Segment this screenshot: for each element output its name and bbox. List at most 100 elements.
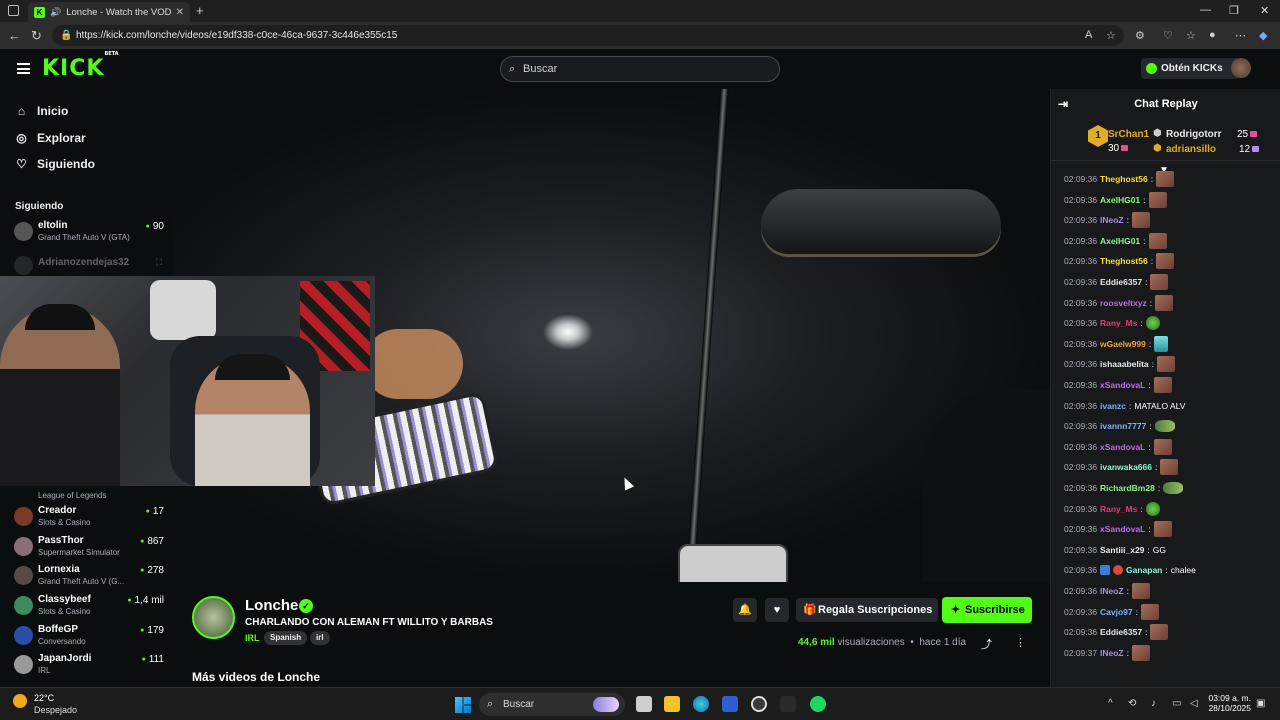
system-clock[interactable]: 03:09 a. m. 28/10/2025 [1207, 693, 1251, 713]
nav-home[interactable]: ⌂ Inicio [15, 104, 68, 118]
tag-spanish[interactable]: Spanish [264, 631, 308, 645]
message-username[interactable]: Santiii_x29 [1100, 540, 1144, 560]
channel-name: BoffeGP [38, 624, 78, 635]
message-username[interactable]: wGaelw999 [1100, 334, 1146, 354]
user-avatar[interactable] [1231, 58, 1251, 78]
following-item[interactable]: PassThor Supermarket Simulator 867 [14, 535, 164, 563]
message-username[interactable]: Rany_Ms [1100, 313, 1137, 333]
message-username[interactable]: ishaaabelita [1100, 354, 1149, 374]
notification-bell-button[interactable]: 🔔 [733, 598, 757, 622]
collections-icon[interactable]: ☆ [1186, 29, 1196, 42]
video-stats: 44,6 mil visualizaciones • hace 1 día [798, 637, 967, 648]
share-icon[interactable]: ⤴ [981, 636, 992, 652]
windows-start-icon[interactable] [455, 697, 471, 713]
app-icon[interactable] [751, 696, 767, 712]
volume-icon[interactable]: ◁ [1190, 698, 1198, 709]
url-field[interactable]: 🔒 https://kick.com/lonche/videos/e19df33… [52, 25, 1124, 46]
task-view-icon[interactable] [636, 696, 652, 712]
message-username[interactable]: ivannn7777 [1100, 416, 1146, 436]
channel-category: Grand Theft Auto V (G... [38, 577, 125, 586]
edge-browser-icon[interactable] [693, 696, 709, 712]
refresh-button[interactable]: ↻ [31, 28, 42, 44]
message-username[interactable]: lNeoZ [1100, 643, 1124, 663]
spotify-icon[interactable] [810, 696, 826, 712]
leaderboard-name[interactable]: Rodrigotorr [1166, 129, 1222, 140]
nav-following[interactable]: ♡ Siguiendo [15, 157, 95, 171]
extensions-icon[interactable]: ⚙ [1135, 29, 1145, 42]
new-tab-button[interactable]: + [196, 3, 204, 18]
browser-essentials-icon[interactable]: ♡ [1163, 29, 1173, 42]
tray-app-icon[interactable]: ⟲ [1128, 698, 1136, 709]
read-aloud-icon[interactable]: A [1085, 29, 1092, 41]
favorite-star-icon[interactable]: ☆ [1106, 29, 1116, 42]
windows-taskbar: 22°C Despejado ⌕ Buscar ^ ⟲ ♪ ▭ ◁ 03:09 … [0, 687, 1280, 720]
network-icon[interactable]: ▭ [1172, 698, 1181, 709]
following-item[interactable]: JapanJordi IRL 111 [14, 653, 164, 681]
following-item[interactable]: BoffeGP Conversando 179 [14, 624, 164, 652]
app-icon[interactable] [722, 696, 738, 712]
gift-leaderboard: 1 SrChan1 30 ⬢ Rodrigotorr 25 ⬢ adriansi… [1051, 119, 1280, 161]
message-username[interactable]: Cavjo97 [1100, 602, 1133, 622]
message-username[interactable]: RichardBm28 [1100, 478, 1155, 498]
message-username[interactable]: xSandovaL [1100, 437, 1145, 457]
speaker-icon[interactable]: 🔊 [50, 7, 61, 18]
message-username[interactable]: AxelHG01 [1100, 190, 1140, 210]
message-username[interactable]: lNeoZ [1100, 581, 1124, 601]
file-explorer-icon[interactable] [664, 696, 680, 712]
stream-category[interactable]: IRL [245, 633, 260, 643]
message-username[interactable]: roosveltxyz [1100, 293, 1147, 313]
get-kicks-button[interactable]: Obtén KICKs [1141, 58, 1240, 79]
message-username[interactable]: xSandovaL [1100, 375, 1145, 395]
following-item[interactable]: Lornexia Grand Theft Auto V (G... 278 [14, 564, 164, 592]
message-username[interactable]: Eddie6357 [1100, 272, 1142, 292]
follow-heart-button[interactable]: ♥ [765, 598, 789, 622]
menu-icon[interactable] [17, 63, 30, 74]
channel-avatar[interactable] [192, 596, 235, 639]
message-username[interactable]: Theghost56 [1100, 251, 1148, 271]
message-colon: : [1140, 503, 1143, 514]
microphone-icon[interactable]: ♪ [1151, 698, 1156, 709]
channel-name[interactable]: Lonche [245, 597, 298, 614]
subscribe-button[interactable]: ✦ Suscribirse [942, 597, 1032, 623]
leaderboard-name[interactable]: adriansillo [1166, 144, 1216, 155]
settings-more-icon[interactable]: ⋯ [1235, 29, 1246, 42]
leaderboard-name[interactable]: SrChan1 [1108, 129, 1149, 140]
window-menu-icon[interactable] [8, 5, 19, 16]
back-button[interactable]: ← [8, 28, 21, 43]
message-username[interactable]: Rany_Ms [1100, 499, 1137, 519]
tray-expand-icon[interactable]: ^ [1108, 698, 1113, 709]
message-username[interactable]: ivanwaka666 [1100, 457, 1152, 477]
following-item[interactable]: Creador Slots & Casino 17 [14, 505, 164, 533]
gift-subs-button[interactable]: 🎁 Regala Suscripciones [796, 598, 938, 622]
following-item[interactable]: eltolin Grand Theft Auto V (GTA) 90 [14, 220, 164, 248]
collapse-chat-icon[interactable]: ⇥ [1058, 89, 1068, 119]
message-username[interactable]: AxelHG01 [1100, 231, 1140, 251]
avatar [14, 596, 33, 615]
close-window-button[interactable]: ✕ [1260, 4, 1269, 17]
message-username[interactable]: Ganapan [1126, 560, 1162, 580]
chat-message: 02:09:36 lNeoZ: [1064, 581, 1150, 601]
browser-tab[interactable]: K 🔊 Lonche - Watch the VOD on ✕ [28, 2, 190, 22]
close-tab-icon[interactable]: ✕ [176, 7, 184, 18]
minimize-button[interactable]: — [1200, 4, 1211, 16]
tag-irl[interactable]: irl [310, 631, 330, 645]
kick-logo[interactable]: KICKBETA [42, 51, 119, 81]
following-item[interactable]: Classybeef Slots & Casino 1,4 mil [14, 594, 164, 622]
message-username[interactable]: ivanzc [1100, 396, 1126, 416]
message-username[interactable]: xSandovaL [1100, 519, 1145, 539]
search-input[interactable]: ⌕ Buscar [500, 56, 780, 82]
message-username[interactable]: lNeoZ [1100, 210, 1124, 230]
more-options-icon[interactable]: ⋮ [1015, 636, 1026, 649]
emote-icon [1156, 253, 1175, 270]
profile-icon[interactable]: ● [1209, 29, 1216, 41]
message-username[interactable]: Eddie6357 [1100, 622, 1142, 642]
message-colon: : [1150, 174, 1154, 184]
app-icon[interactable] [780, 696, 796, 712]
weather-condition: Despejado [34, 705, 78, 715]
notifications-icon[interactable]: ▣ [1256, 698, 1265, 709]
nav-explore[interactable]: ◎ Explorar [15, 131, 85, 145]
copilot-icon[interactable]: ◆ [1259, 29, 1267, 42]
taskbar-search-input[interactable]: ⌕ Buscar [479, 693, 625, 716]
maximize-button[interactable]: ❐ [1229, 4, 1239, 17]
message-username[interactable]: Theghost56 [1100, 169, 1148, 189]
